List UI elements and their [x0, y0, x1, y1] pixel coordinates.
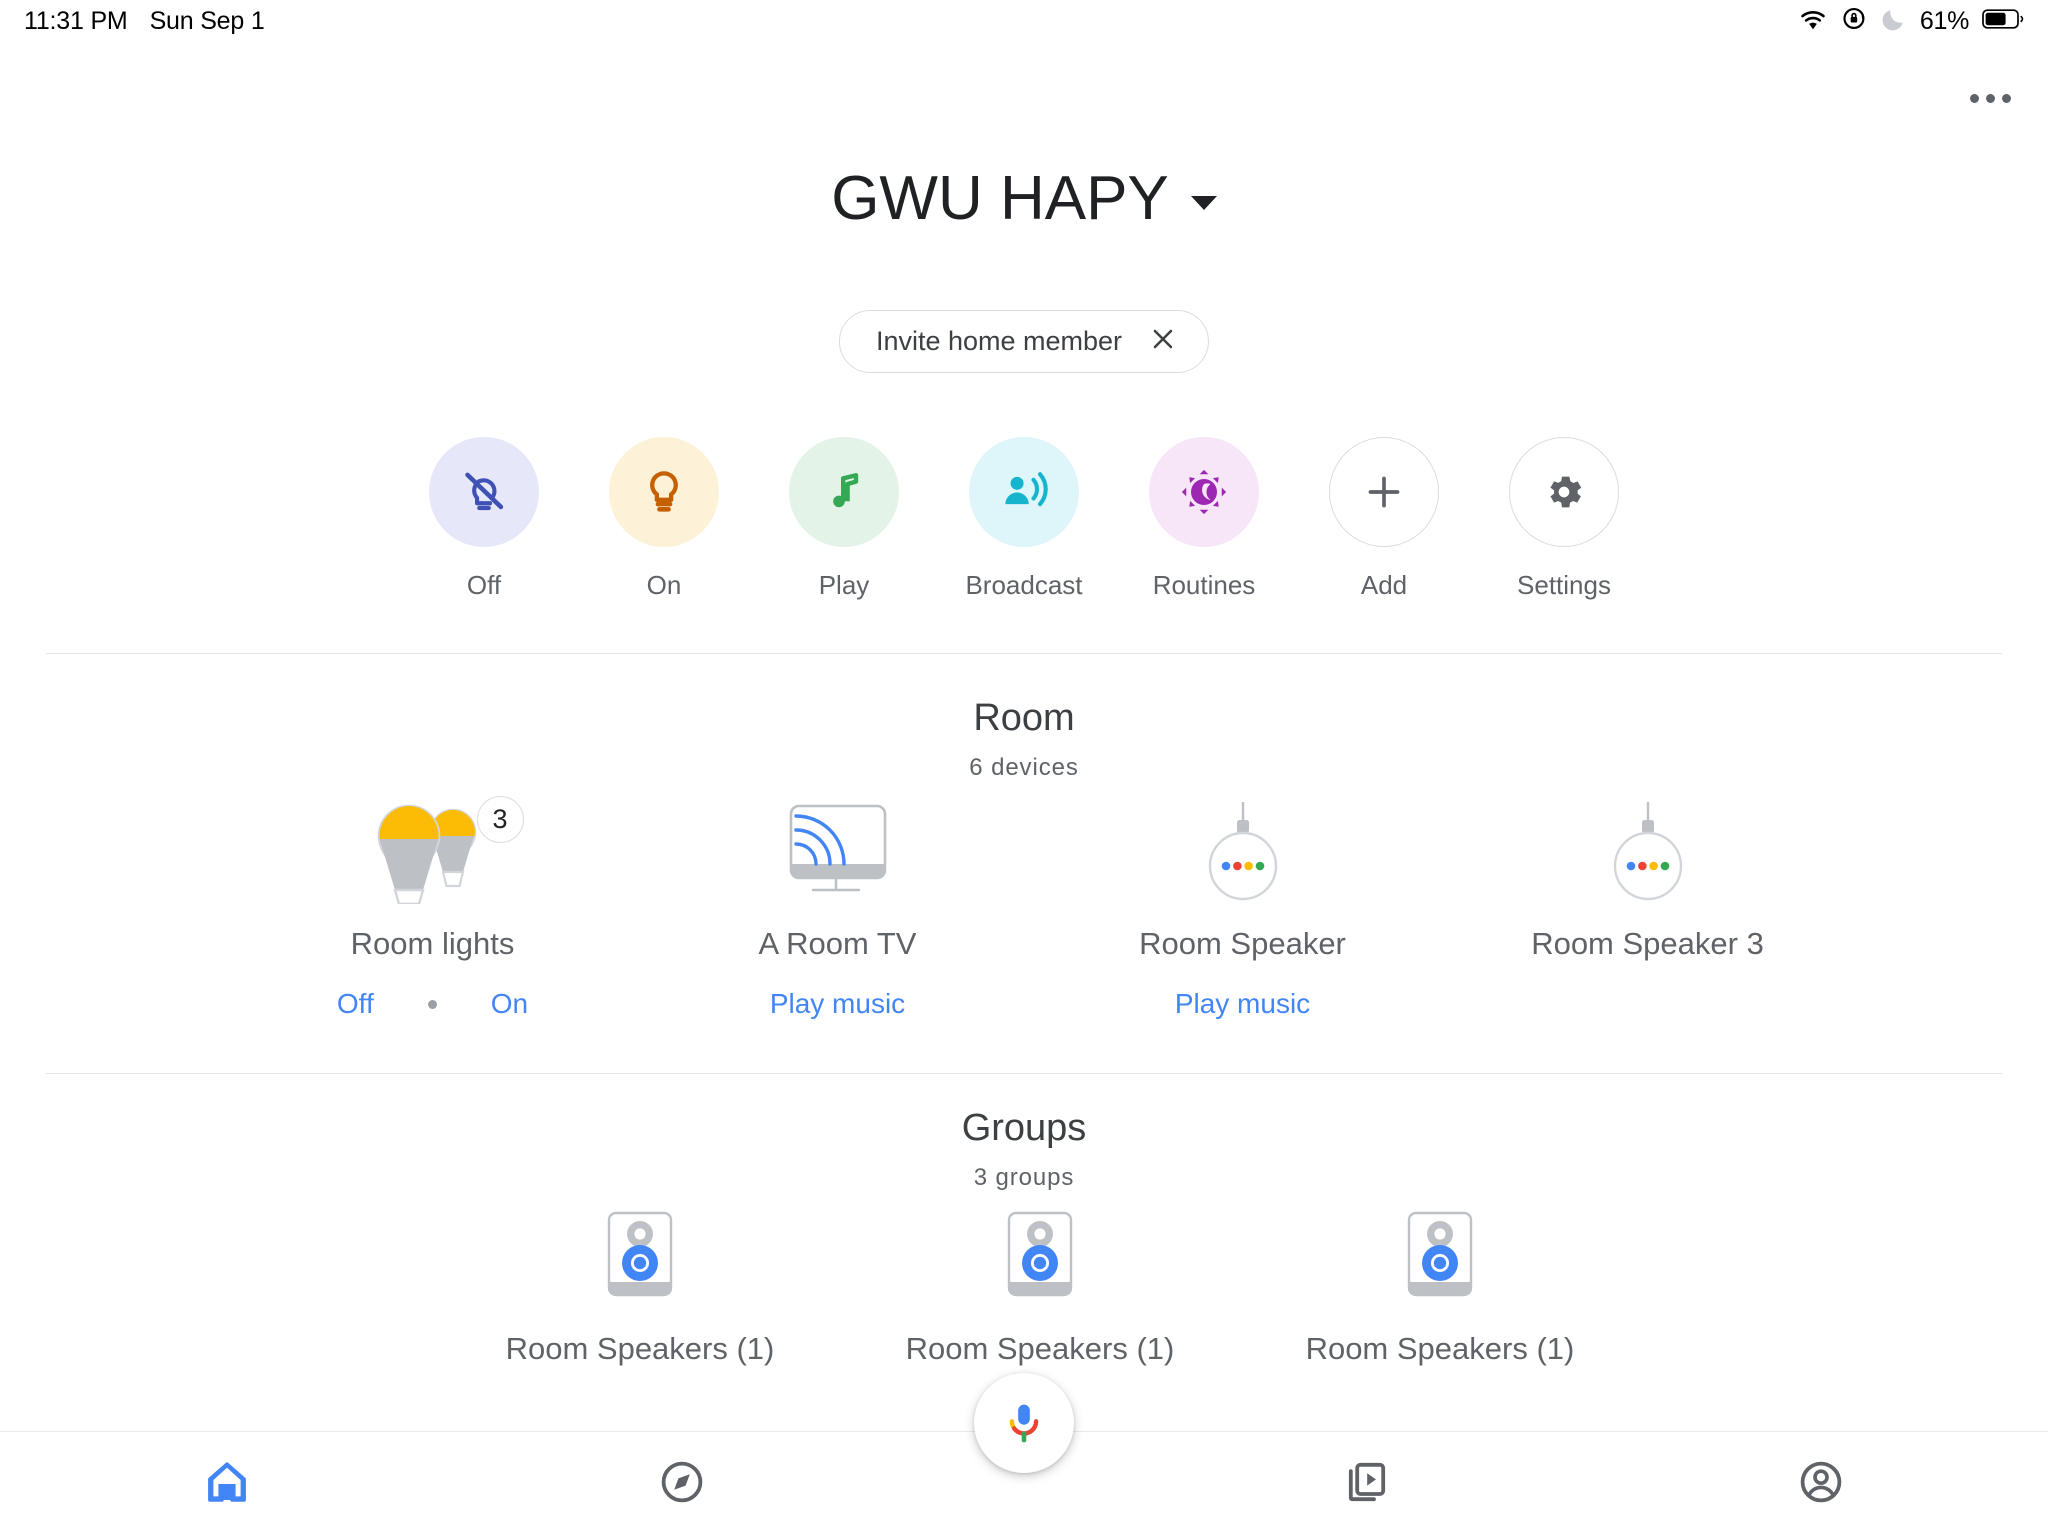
- device-actions: Off On: [327, 984, 538, 1024]
- google-assistant-mic-icon[interactable]: [974, 1373, 1074, 1473]
- section-subtitle: 6 devices: [969, 754, 1079, 781]
- battery-icon: [1982, 7, 2026, 36]
- google-home-mini-icon: [1588, 800, 1708, 904]
- section-title: Room: [973, 697, 1075, 739]
- action-label: Off: [466, 570, 502, 600]
- action-label: On: [646, 570, 682, 600]
- cast-tv-icon: [773, 800, 903, 904]
- action-label: Add: [1360, 570, 1408, 600]
- gear-icon: [1509, 437, 1619, 547]
- device-tile-a-room-tv[interactable]: A Room TV Play music: [635, 800, 1040, 1024]
- section-title: Groups: [961, 1107, 1087, 1149]
- device-action-play-music[interactable]: Play music: [1165, 988, 1320, 1020]
- invite-home-member-chip[interactable]: Invite home member: [838, 310, 1210, 373]
- divider: [46, 1073, 2002, 1074]
- routines-icon: [1149, 437, 1259, 547]
- more-dot: [1985, 93, 1995, 103]
- groups-grid: Room Speakers (1) Room Speakers (1) Room…: [440, 1210, 1640, 1367]
- device-count-badge: 3: [476, 796, 524, 843]
- device-name: Room lights: [350, 926, 515, 961]
- device-name: A Room TV: [758, 926, 917, 961]
- explore-compass-icon: [658, 1458, 706, 1511]
- group-name: Room Speakers (1): [1305, 1331, 1575, 1366]
- bulb-on-icon: [609, 437, 719, 547]
- action-label: Routines: [1152, 570, 1256, 600]
- status-bar-right: 61%: [1798, 5, 2026, 37]
- account-icon: [1797, 1458, 1845, 1511]
- device-tile-room-lights[interactable]: 3 Room lights Off On: [230, 796, 635, 1024]
- do-not-disturb-moon-icon: [1881, 6, 1907, 37]
- device-actions: Play music: [760, 984, 915, 1024]
- device-action-on[interactable]: On: [481, 988, 538, 1020]
- close-icon[interactable]: [1148, 324, 1178, 359]
- broadcast-icon: [969, 437, 1079, 547]
- google-home-mini-icon: [1183, 800, 1303, 904]
- speaker-group-icon: [606, 1210, 674, 1309]
- google-home-app: 11:31 PM Sun Sep 1 61% GWU HAPY Invite h…: [0, 0, 2048, 1536]
- device-action-play-music[interactable]: Play music: [760, 988, 915, 1020]
- action-broadcast[interactable]: Broadcast: [957, 437, 1092, 601]
- device-name: Room Speaker: [1139, 926, 1346, 961]
- action-off[interactable]: Off: [417, 437, 552, 601]
- nav-item-explore[interactable]: [455, 1432, 910, 1536]
- more-options-icon[interactable]: [1960, 78, 2020, 118]
- action-play[interactable]: Play: [777, 437, 912, 601]
- device-actions: Play music: [1165, 984, 1320, 1024]
- action-label: Settings: [1517, 570, 1611, 600]
- more-dot: [2001, 93, 2011, 103]
- room-section-header: Room 6 devices: [0, 697, 2048, 782]
- nav-item-home[interactable]: [0, 1432, 455, 1536]
- speaker-group-icon: [1006, 1210, 1074, 1309]
- wifi-icon: [1798, 7, 1828, 36]
- device-name: Room Speaker 3: [1531, 926, 1764, 961]
- action-separator-dot: [427, 999, 437, 1009]
- media-library-icon: [1342, 1458, 1390, 1511]
- group-tile[interactable]: Room Speakers (1): [840, 1210, 1240, 1367]
- device-action-off[interactable]: Off: [327, 988, 384, 1020]
- battery-percent: 61%: [1919, 6, 1969, 35]
- plus-icon: [1329, 437, 1439, 547]
- action-label: Play: [818, 570, 870, 600]
- home-selector[interactable]: GWU HAPY: [0, 168, 2048, 230]
- rotation-lock-icon: [1841, 5, 1868, 37]
- group-tile[interactable]: Room Speakers (1): [440, 1210, 840, 1367]
- light-bulbs-icon: 3: [353, 796, 524, 904]
- device-tile-room-speaker-3[interactable]: Room Speaker 3: [1445, 800, 1850, 1024]
- action-add[interactable]: Add: [1317, 437, 1452, 601]
- groups-section-header: Groups 3 groups: [0, 1107, 2048, 1192]
- speaker-group-icon: [1406, 1210, 1474, 1309]
- invite-chip-label: Invite home member: [875, 326, 1123, 356]
- action-routines[interactable]: Routines: [1137, 437, 1272, 601]
- section-subtitle: 3 groups: [973, 1164, 1075, 1191]
- action-label: Broadcast: [965, 570, 1083, 600]
- status-bar: 11:31 PM Sun Sep 1 61%: [0, 0, 2048, 42]
- nav-item-media[interactable]: [1139, 1432, 1594, 1536]
- group-tile[interactable]: Room Speakers (1): [1240, 1210, 1640, 1367]
- home-icon: [203, 1458, 251, 1511]
- group-name: Room Speakers (1): [505, 1331, 775, 1366]
- nav-item-account[interactable]: [1594, 1432, 2048, 1536]
- bulb-off-icon: [429, 437, 539, 547]
- group-name: Room Speakers (1): [905, 1331, 1175, 1366]
- quick-actions-row: Off On Play Broadcast Routines Add Setti…: [0, 437, 2048, 601]
- chevron-down-icon: [1190, 196, 1217, 210]
- action-settings[interactable]: Settings: [1497, 437, 1632, 601]
- divider: [46, 653, 2002, 654]
- device-tile-room-speaker[interactable]: Room Speaker Play music: [1040, 800, 1445, 1024]
- more-dot: [1969, 93, 1979, 103]
- device-grid: 3 Room lights Off On A Room TV Play musi…: [230, 796, 1850, 1024]
- action-on[interactable]: On: [597, 437, 732, 601]
- music-note-icon: [789, 437, 899, 547]
- page-title: GWU HAPY: [831, 164, 1169, 233]
- status-bar-left: 11:31 PM Sun Sep 1: [24, 7, 265, 36]
- status-date: Sun Sep 1: [149, 6, 265, 35]
- status-time: 11:31 PM: [24, 6, 128, 35]
